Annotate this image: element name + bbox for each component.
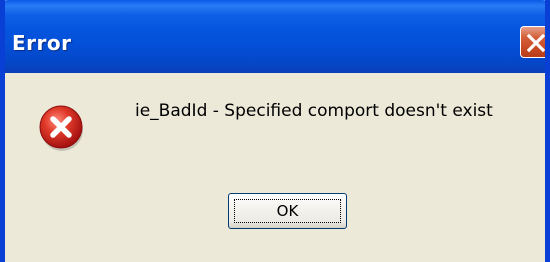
error-message: ie_BadId - Specified comport doesn't exi… — [135, 101, 493, 121]
dialog-content: ie_BadId - Specified comport doesn't exi… — [5, 73, 545, 262]
title-bar[interactable]: Error — [5, 0, 545, 73]
window-title: Error — [12, 31, 72, 55]
close-button[interactable] — [520, 26, 545, 58]
ok-button[interactable]: OK — [228, 193, 347, 229]
error-icon — [38, 104, 86, 152]
ok-button-label: OK — [234, 199, 341, 223]
error-dialog-window: Error ie_BadId - Specified comport doesn… — [0, 0, 550, 262]
